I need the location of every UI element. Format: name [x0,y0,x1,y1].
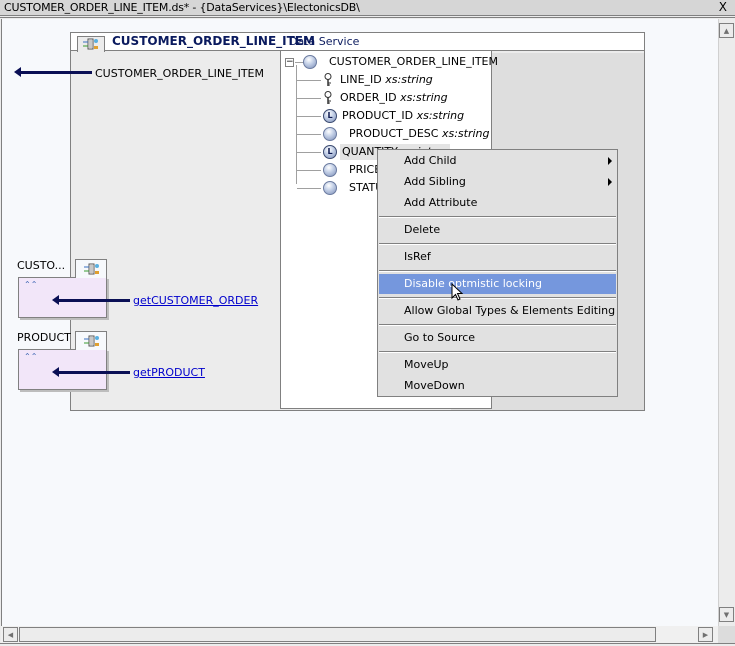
tree-item-name: LINE_ID [340,73,382,86]
tree-root[interactable]: − CUSTOMER_ORDER_LINE_ITEM [281,53,498,71]
dependency-box[interactable]: ⌃⌃ [18,331,107,390]
tree-item[interactable]: PRODUCT_DESC xs:string [281,125,491,143]
tree-item[interactable]: L PRODUCT_ID xs:string [281,107,491,125]
menu-item-add-child[interactable]: Add Child [379,151,616,171]
dependency-link[interactable]: getCUSTOMER_ORDER [133,294,258,307]
menu-separator [379,216,616,218]
dependency-arrow [52,367,130,377]
tree-item-name: ORDER_ID [340,91,397,104]
menu-item-delete[interactable]: Delete [379,220,616,240]
data-service-editor: CUSTOMER_ORDER_LINE_ITEM Data Service CU… [0,17,735,646]
tree-item-type: xs:string [400,91,448,104]
data-service-icon [83,38,98,50]
editor-tab-title-bar: CUSTOMER_ORDER_LINE_ITEM.ds* - {DataServ… [0,0,735,16]
element-icon [323,127,337,141]
menu-separator [379,351,616,353]
menu-item-isref[interactable]: IsRef [379,247,616,267]
expand-up-icon[interactable]: ⌃⌃ [24,280,37,289]
data-service-header: CUSTOMER_ORDER_LINE_ITEM Data Service [71,33,644,52]
menu-separator [379,297,616,299]
mouse-cursor-icon [451,283,464,301]
diagram-canvas[interactable]: CUSTOMER_ORDER_LINE_ITEM Data Service CU… [1,19,718,626]
element-icon [303,55,317,69]
data-service-tab[interactable] [77,36,105,52]
menu-separator [379,243,616,245]
tree-item-name: PRODUCT_DESC [349,127,439,140]
vertical-scrollbar[interactable]: ▲ ▼ [718,19,735,626]
tree-item[interactable]: LINE_ID xs:string [281,71,491,89]
horizontal-scrollbar[interactable]: ◀ ▶ [1,626,718,643]
context-menu: Add Child Add Sibling Add Attribute Dele… [377,149,618,397]
expand-up-icon[interactable]: ⌃⌃ [24,352,37,361]
tree-item-type: xs:string [385,73,433,86]
scroll-down-button[interactable]: ▼ [719,607,734,622]
menu-item-disable-optimistic-locking[interactable]: Disable optmistic locking [379,274,616,294]
key-icon [324,73,332,86]
data-service-name: CUSTOMER_ORDER_LINE_ITEM [112,34,315,48]
return-type-label: CUSTOMER_ORDER_LINE_ITEM [95,67,264,80]
horizontal-scroll-thumb[interactable] [19,627,656,642]
data-service-icon [84,263,99,275]
tree-item-name: PRODUCT_ID [342,109,414,122]
dependency-arrow [52,295,130,305]
menu-item-add-sibling[interactable]: Add Sibling [379,172,616,192]
tree-root-label: CUSTOMER_ORDER_LINE_ITEM [329,55,498,68]
return-arrow [14,67,92,77]
scroll-right-button[interactable]: ▶ [698,627,713,642]
collapse-toggle[interactable]: − [285,58,294,67]
scrollbar-corner [718,626,735,643]
data-service-kind: Data Service [289,35,360,48]
menu-separator [379,324,616,326]
menu-item-move-up[interactable]: MoveUp [379,355,616,375]
menu-item-allow-global-types[interactable]: Allow Global Types & Elements Editing [379,301,616,321]
scroll-up-button[interactable]: ▲ [719,23,734,38]
submenu-arrow-icon [608,157,612,165]
lock-element-icon: L [323,145,337,159]
tree-item-type: xs:string [416,109,465,122]
element-icon [323,163,337,177]
menu-separator [379,270,616,272]
submenu-arrow-icon [608,178,612,186]
dependency-link[interactable]: getPRODUCT [133,366,205,379]
tree-item[interactable]: ORDER_ID xs:string [281,89,491,107]
editor-title: CUSTOMER_ORDER_LINE_ITEM.ds* - {DataServ… [4,1,360,14]
close-icon[interactable]: X [719,0,727,14]
scroll-left-button[interactable]: ◀ [3,627,18,642]
key-icon [324,91,332,104]
data-service-icon [84,335,99,347]
menu-item-go-to-source[interactable]: Go to Source [379,328,616,348]
lock-element-icon: L [323,109,337,123]
element-icon [323,181,337,195]
menu-item-move-down[interactable]: MoveDown [379,376,616,396]
menu-item-add-attribute[interactable]: Add Attribute [379,193,616,213]
tree-item-type: xs:string [441,127,490,140]
dependency-box[interactable]: ⌃⌃ [18,259,107,318]
